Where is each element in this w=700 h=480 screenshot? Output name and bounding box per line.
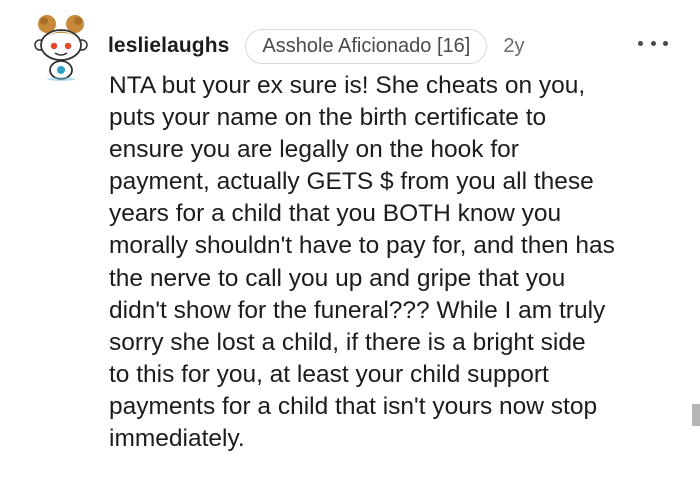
- comment-body-line: years for a child that you BOTH know you: [109, 200, 562, 228]
- avatar[interactable]: [30, 12, 92, 82]
- username[interactable]: leslielaughs: [108, 34, 229, 58]
- comment-body-line: immediately.: [109, 425, 245, 453]
- comment: leslielaughs Asshole Aficionado [16] 2y …: [0, 0, 700, 480]
- comment-body-line: payment, actually GETS $ from you all th…: [109, 168, 594, 196]
- comment-body-line: puts your name on the birth certificate …: [109, 104, 547, 132]
- scrollbar-thumb[interactable]: [692, 404, 700, 426]
- comment-body-line: to this for you, at least your child sup…: [109, 360, 549, 388]
- comment-body-line: sorry she lost a child, if there is a br…: [109, 328, 586, 356]
- comment-body-line: ensure you are legally on the hook for: [109, 136, 519, 164]
- user-flair: Asshole Aficionado [16]: [245, 28, 488, 64]
- comment-body-line: didn't show for the funeral??? While I a…: [109, 296, 606, 324]
- snoo-avatar-icon: [34, 15, 88, 81]
- more-dot: [638, 40, 643, 46]
- comment-header: leslielaughs Asshole Aficionado [16] 2y: [108, 28, 524, 64]
- comment-body-line: payments for a child that isn't yours no…: [109, 392, 598, 420]
- comment-body: NTA but your ex sure is! She cheats on y…: [109, 70, 679, 455]
- more-dot: [650, 40, 656, 46]
- more-options-icon[interactable]: [638, 36, 668, 50]
- comment-body-line: NTA but your ex sure is! She cheats on y…: [109, 72, 586, 99]
- comment-body-line: the nerve to call you up and gripe that …: [109, 264, 566, 292]
- more-dot: [663, 40, 668, 46]
- comment-body-line: morally shouldn't have to pay for, and t…: [109, 232, 615, 260]
- comment-age[interactable]: 2y: [503, 35, 524, 58]
